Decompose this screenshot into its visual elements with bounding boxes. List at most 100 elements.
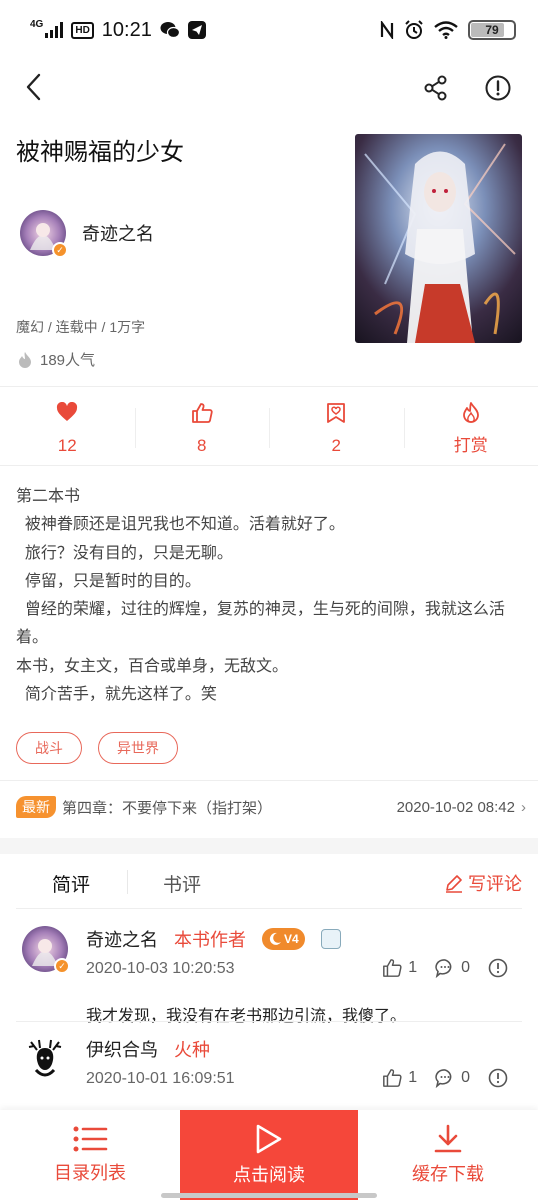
medal-icon: [320, 929, 341, 949]
wifi-icon: [434, 21, 458, 39]
comment-reply-button[interactable]: 0: [435, 958, 470, 978]
commenter-name[interactable]: 伊织合鸟: [86, 1036, 158, 1062]
comment-item: ✓ 奇迹之名 本书作者 V4 2020-10-03 10:20:53 1 0 我…: [0, 926, 538, 1025]
level-label: V4: [284, 932, 299, 946]
signal-icon: [45, 22, 64, 38]
author-avatar[interactable]: ✓: [20, 210, 68, 258]
comment-item: 伊织合鸟 火种 2020-10-01 16:09:51 1 0: [0, 1036, 538, 1096]
download-label: 缓存下载: [412, 1164, 484, 1184]
comment-tabs: 简评 书评 写评论: [0, 858, 538, 906]
divider: [0, 780, 538, 781]
play-icon: [256, 1124, 282, 1154]
divider: [0, 465, 538, 466]
tag-list: 战斗 异世界: [16, 732, 178, 764]
commenter-name[interactable]: 奇迹之名: [86, 926, 158, 952]
bottom-action-bar: 目录列表 点击阅读 缓存下载: [0, 1110, 538, 1200]
read-button[interactable]: 点击阅读: [180, 1110, 358, 1200]
catalog-label: 目录列表: [54, 1163, 126, 1183]
tab-short-review[interactable]: 简评: [52, 870, 90, 897]
divider: [16, 1021, 522, 1022]
commenter-avatar[interactable]: [22, 1036, 68, 1082]
tag-battle[interactable]: 战斗: [16, 732, 82, 764]
comment-like-count: 1: [408, 959, 418, 976]
stat-like[interactable]: 8: [134, 394, 270, 460]
tag-isekai[interactable]: 异世界: [98, 732, 178, 764]
fire-icon: [19, 351, 31, 368]
verified-icon: ✓: [52, 242, 68, 258]
top-nav: [0, 60, 538, 116]
moon-icon: [269, 932, 281, 945]
write-comment-button[interactable]: 写评论: [444, 870, 522, 896]
chevron-right-icon: ›: [521, 798, 526, 816]
thumbs-up-icon: [383, 959, 402, 977]
level-badge: V4: [262, 928, 305, 950]
latest-badge: 最新: [16, 796, 56, 818]
tab-book-review[interactable]: 书评: [163, 870, 201, 897]
tab-separator: [127, 870, 128, 894]
popularity: 189人气: [16, 349, 95, 370]
comment-date: 2020-10-01 16:09:51: [86, 1070, 235, 1087]
list-icon: [73, 1126, 108, 1152]
comment-reply-count: 0: [461, 959, 470, 976]
wechat-icon: [160, 22, 180, 39]
alarm-icon: [405, 20, 423, 39]
stats-row: 12 8 2 打赏: [0, 394, 538, 460]
comment-date: 2020-10-03 10:20:53: [86, 960, 235, 977]
clock: 10:21: [101, 18, 152, 41]
pencil-icon: [446, 875, 462, 893]
chat-bubble-icon: [435, 1069, 452, 1088]
like-count: 8: [197, 436, 207, 455]
stat-bookmark[interactable]: 2: [269, 394, 404, 460]
battery-level: 79: [485, 23, 499, 37]
book-description: 第二本书 被神眷顾还是诅咒我也不知道。活着就好了。 旅行？没有目的，只是无聊。 …: [16, 488, 505, 704]
back-icon[interactable]: [20, 72, 50, 102]
battery-icon: 79: [468, 20, 516, 40]
status-bar: 4G HD 10:21 79: [0, 0, 538, 60]
download-button[interactable]: 缓存下载: [358, 1110, 538, 1200]
thumbs-up-icon: [191, 403, 213, 423]
report-icon[interactable]: [488, 958, 508, 978]
comment-like-count: 1: [408, 1069, 418, 1086]
book-cover[interactable]: [355, 134, 522, 343]
book-title: 被神赐福的少女: [16, 139, 184, 166]
bookmark-heart-icon: [327, 403, 346, 423]
divider: [0, 386, 538, 387]
write-comment-label: 写评论: [468, 874, 522, 894]
comment-text: 我才发现，我没有在老书那边引流，我傻了。: [86, 1008, 407, 1025]
report-icon[interactable]: [484, 74, 512, 102]
stat-favorite[interactable]: 12: [0, 394, 135, 460]
latest-chapter-title: 第四章：不要停下来（指打架）: [62, 799, 273, 817]
author-row[interactable]: ✓ 奇迹之名: [20, 210, 154, 258]
commenter-role: 火种: [174, 1040, 210, 1060]
stat-tip[interactable]: 打赏: [403, 394, 538, 460]
comment-like-button[interactable]: 1: [382, 1068, 417, 1088]
read-label: 点击阅读: [233, 1165, 305, 1185]
heart-icon: [57, 402, 78, 421]
section-gap: [0, 838, 538, 854]
comment-reply-count: 0: [461, 1069, 470, 1086]
telegram-icon: [187, 21, 206, 39]
divider: [16, 908, 522, 909]
chat-bubble-icon: [435, 959, 452, 978]
comment-reply-button[interactable]: 0: [435, 1068, 470, 1088]
favorite-count: 12: [57, 436, 77, 455]
network-label: 4G: [30, 18, 44, 30]
comment-like-button[interactable]: 1: [382, 958, 417, 978]
report-icon[interactable]: [488, 1068, 508, 1088]
nfc-icon: [380, 21, 394, 39]
commenter-role: 本书作者: [174, 930, 246, 950]
catalog-button[interactable]: 目录列表: [0, 1110, 180, 1200]
popularity-count: 189人气: [40, 352, 96, 369]
thumbs-up-icon: [383, 1069, 402, 1087]
verified-icon: ✓: [54, 958, 70, 974]
tip-label: 打赏: [453, 436, 488, 455]
latest-chapter[interactable]: 最新 第四章：不要停下来（指打架） 2020-10-02 08:42 ›: [16, 796, 526, 818]
commenter-avatar[interactable]: ✓: [22, 926, 70, 974]
home-indicator[interactable]: [161, 1193, 377, 1198]
hd-badge: HD: [71, 21, 94, 39]
book-meta: 魔幻 / 连载中 / 1万字: [16, 319, 146, 335]
flame-icon: [462, 402, 479, 423]
share-icon[interactable]: [422, 74, 450, 102]
author-name[interactable]: 奇迹之名: [82, 220, 154, 246]
latest-chapter-time: 2020-10-02 08:42: [396, 798, 515, 816]
